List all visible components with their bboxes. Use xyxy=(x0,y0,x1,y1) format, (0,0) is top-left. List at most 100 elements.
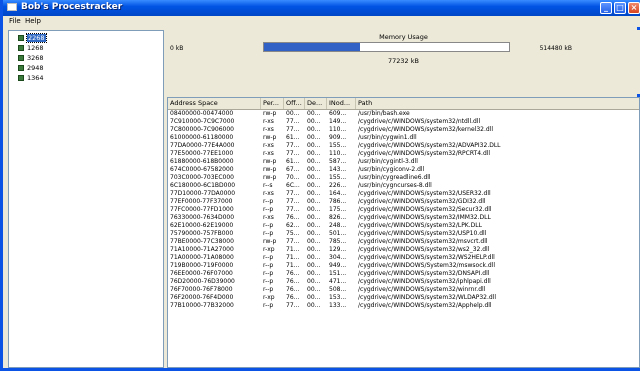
cell-offset: 77... xyxy=(286,302,300,309)
memory-max-label: 514480 kB xyxy=(539,45,572,52)
cell-offset: 77... xyxy=(286,150,300,157)
cell-device: 00... xyxy=(307,246,321,253)
cell-permissions: rw-p xyxy=(263,238,277,245)
process-tree[interactable]: 2268 1268 3268 2948 1364 xyxy=(8,30,164,368)
table-row[interactable]: 61000000-61180000 rw-p 61... 00... 909... /us… xyxy=(168,134,639,142)
cell-offset: 77... xyxy=(286,142,300,149)
cell-path: /cygdrive/c/WINDOWS/system32/GDI32.dll xyxy=(358,198,486,205)
table-row[interactable]: 08400000-00474000 rw-p 00... 00... 609... /us… xyxy=(168,110,639,118)
column-header-device[interactable]: De... xyxy=(305,98,327,109)
cell-inode: 609... xyxy=(329,110,347,117)
cell-device: 00... xyxy=(307,134,321,141)
cell-device: 00... xyxy=(307,174,321,181)
table-row[interactable]: 77B10000-77B32000 r--p 77... 00... 133... /cy… xyxy=(168,302,639,310)
cell-device: 00... xyxy=(307,222,321,229)
process-item[interactable]: 1364 xyxy=(18,73,44,83)
cell-offset: 61... xyxy=(286,158,300,165)
cell-permissions: r-xs xyxy=(263,126,274,133)
table-row[interactable]: 7C800000-7C906000 r-xs 77... 00... 110... /cy… xyxy=(168,126,639,134)
memory-title: Memory Usage xyxy=(379,33,428,41)
cell-address: 6C180000-6C1BD000 xyxy=(170,182,236,189)
menu-help[interactable]: Help xyxy=(25,17,41,25)
table-row[interactable]: 77FC0000-77FD1000 r--p 77... 00... 175... /cy… xyxy=(168,206,639,214)
cell-permissions: r-xs xyxy=(263,214,274,221)
cell-device: 00... xyxy=(307,110,321,117)
cell-offset: 77... xyxy=(286,198,300,205)
cell-permissions: rw-p xyxy=(263,174,277,181)
column-header-offset[interactable]: Off... xyxy=(284,98,305,109)
table-row[interactable]: 76EE0000-76F07000 r--p 76... 00... 151... /cy… xyxy=(168,270,639,278)
cell-path: /cygdrive/c/WINDOWS/system32/DNSAPI.dll xyxy=(358,270,490,277)
memory-map-table[interactable]: Address Space Per... Off... De... INod..… xyxy=(167,97,640,368)
cell-path: /usr/bin/cygncurses-8.dll xyxy=(358,182,432,189)
cell-permissions: r--p xyxy=(263,270,274,277)
cell-device: 00... xyxy=(307,198,321,205)
table-row[interactable]: 62E10000-62E19000 r--p 62... 00... 248... /cy… xyxy=(168,222,639,230)
process-label: 2948 xyxy=(27,64,44,72)
cell-path: /usr/bin/cygintl-3.dll xyxy=(358,158,418,165)
table-row[interactable]: 77BE0000-77C38000 rw-p 77... 00... 785... /cy… xyxy=(168,238,639,246)
cell-permissions: r-xs xyxy=(263,142,274,149)
process-item[interactable]: 1268 xyxy=(18,43,44,53)
cell-address: 76D20000-76D39000 xyxy=(170,278,235,285)
cell-address: 77E50000-77EE1000 xyxy=(170,150,234,157)
cell-offset: 76... xyxy=(286,214,300,221)
table-row[interactable]: 703C0000-703EC000 rw-p 70... 00... 155... /us… xyxy=(168,174,639,182)
cell-device: 00... xyxy=(307,126,321,133)
maximize-button[interactable]: □ xyxy=(614,2,626,14)
cell-address: 77B10000-77B32000 xyxy=(170,302,234,309)
cell-permissions: rw-p xyxy=(263,166,277,173)
table-row[interactable]: 75790000-757FB000 r--p 75... 00... 501... /cy… xyxy=(168,230,639,238)
table-row[interactable]: 674C0000-67582000 rw-p 67... 00... 143... /us… xyxy=(168,166,639,174)
cell-path: /cygdrive/c/WINDOWS/system32/ADVAPI32.DL… xyxy=(358,142,501,149)
cell-permissions: r-xs xyxy=(263,150,274,157)
column-header-path[interactable]: Path xyxy=(356,98,639,109)
cell-inode: 226... xyxy=(329,182,347,189)
cell-address: 77DA0000-77E4A000 xyxy=(170,142,235,149)
window-title: Bob's Procestracker xyxy=(21,2,123,12)
cell-address: 08400000-00474000 xyxy=(170,110,234,117)
cell-offset: 77... xyxy=(286,206,300,213)
table-row[interactable]: 77D10000-77DA0000 r-xs 77... 00... 164... /cy… xyxy=(168,190,639,198)
cell-path: /cygdrive/c/WINDOWS/system32/WLDAP32.dll xyxy=(358,294,497,301)
table-row[interactable]: 76330000-7634D000 r-xs 76... 00... 826... /cy… xyxy=(168,214,639,222)
table-row[interactable]: 76F20000-76F4D000 r-xp 76... 00... 153... /cy… xyxy=(168,294,639,302)
table-row[interactable]: 77E50000-77EE1000 r-xs 77... 00... 110... /cy… xyxy=(168,150,639,158)
cell-offset: 6C... xyxy=(286,182,300,189)
table-header: Address Space Per... Off... De... INod..… xyxy=(168,98,639,110)
table-row[interactable]: 6C180000-6C1BD000 r--s 6C... 00... 226... /us… xyxy=(168,182,639,190)
table-row[interactable]: 76D20000-76D39000 r--p 76... 00... 471... /cy… xyxy=(168,278,639,286)
table-row[interactable]: 61880000-618B0000 rw-p 61... 00... 587... /us… xyxy=(168,158,639,166)
cell-path: /cygdrive/c/WINDOWS/system32/Secur32.dll xyxy=(358,206,492,213)
close-button[interactable]: × xyxy=(628,2,640,14)
table-row[interactable]: 77DA0000-77E4A000 r-xs 77... 00... 155... /cy… xyxy=(168,142,639,150)
column-header-inode[interactable]: INod... xyxy=(327,98,356,109)
cell-device: 00... xyxy=(307,270,321,277)
minimize-button[interactable]: _ xyxy=(600,2,612,14)
title-bar[interactable]: Bob's Procestracker _ □ × xyxy=(3,0,640,16)
process-item[interactable]: 2268 xyxy=(18,33,47,43)
column-header-permissions[interactable]: Per... xyxy=(261,98,284,109)
cell-permissions: rw-p xyxy=(263,110,277,117)
column-header-address[interactable]: Address Space xyxy=(168,98,261,109)
table-row[interactable]: 76F70000-76F78000 r--p 76... 00... 508... /cy… xyxy=(168,286,639,294)
table-row[interactable]: 71A10000-71A27000 r-xp 71... 00... 129... /cy… xyxy=(168,246,639,254)
cell-device: 00... xyxy=(307,230,321,237)
cell-inode: 785... xyxy=(329,238,347,245)
process-item[interactable]: 2948 xyxy=(18,63,44,73)
cell-inode: 133... xyxy=(329,302,347,309)
menu-file[interactable]: File xyxy=(9,17,21,25)
table-row[interactable]: 71A00000-71A08000 r--p 71... 00... 304... /cy… xyxy=(168,254,639,262)
cell-inode: 909... xyxy=(329,134,347,141)
cell-address: 61880000-618B0000 xyxy=(170,158,234,165)
process-icon xyxy=(18,65,24,71)
process-item[interactable]: 3268 xyxy=(18,53,44,63)
cell-path: /cygdrive/c/WINDOWS/system32/RPCRT4.dll xyxy=(358,150,491,157)
table-row[interactable]: 77EF0000-77F37000 r--p 77... 00... 786... /cy… xyxy=(168,198,639,206)
cell-inode: 155... xyxy=(329,174,347,181)
cell-permissions: r--p xyxy=(263,262,274,269)
cell-inode: 153... xyxy=(329,294,347,301)
cell-offset: 71... xyxy=(286,254,300,261)
table-row[interactable]: 719B0000-719F0000 r--p 71... 00... 949... /cy… xyxy=(168,262,639,270)
table-row[interactable]: 7C910000-7C9C7000 r-xs 77... 00... 149... /cy… xyxy=(168,118,639,126)
